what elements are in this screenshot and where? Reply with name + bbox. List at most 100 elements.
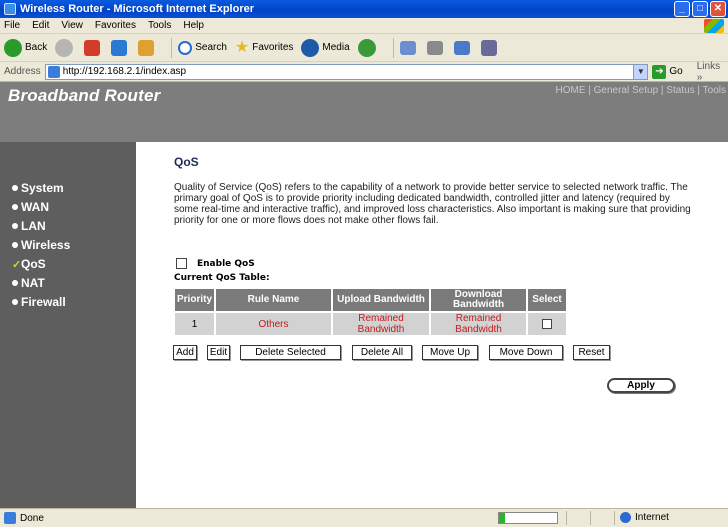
media-button[interactable]: Media <box>301 38 350 57</box>
menu-tools[interactable]: Tools <box>148 20 171 31</box>
links-button[interactable]: Links » <box>697 61 728 83</box>
status-bar: Done Internet <box>0 508 728 527</box>
messenger-icon <box>480 39 497 56</box>
go-button[interactable]: ➔ Go <box>652 64 683 79</box>
toolbar: Back Search ★ Favorites Media <box>0 34 728 62</box>
sidebar-item-wan[interactable]: WAN <box>12 200 49 214</box>
page-title: QoS <box>174 155 199 169</box>
maximize-button[interactable]: □ <box>692 1 708 17</box>
favorites-label: Favorites <box>252 42 294 53</box>
sidebar-item-system[interactable]: System <box>12 181 64 195</box>
menu-help[interactable]: Help <box>183 20 204 31</box>
nav-general-setup-link[interactable]: General Setup <box>594 85 659 96</box>
column-header-select: Select <box>528 289 567 311</box>
menu-bar: File Edit View Favorites Tools Help <box>0 18 728 34</box>
status-text: Done <box>20 512 44 524</box>
address-url: http://192.168.2.1/index.asp <box>62 66 187 77</box>
sidebar-item-label: LAN <box>21 219 46 233</box>
table-title: Current QoS Table: <box>174 273 270 283</box>
sidebar-item-label: System <box>21 181 64 195</box>
sidebar-item-nat[interactable]: NAT <box>12 276 45 290</box>
bullet-icon <box>12 223 18 229</box>
nav-status-link[interactable]: Status <box>666 85 694 96</box>
history-icon <box>357 38 376 57</box>
top-nav: HOME | General Setup | Status | Tools <box>555 85 726 96</box>
sidebar-item-firewall[interactable]: Firewall <box>12 295 66 309</box>
progress-bar <box>498 512 558 524</box>
edit-button[interactable]: Edit <box>207 345 230 360</box>
search-label: Search <box>195 42 227 53</box>
main-content: QoS Quality of Service (QoS) refers to t… <box>136 142 728 508</box>
apply-button[interactable]: Apply <box>607 378 675 393</box>
address-input[interactable]: http://192.168.2.1/index.asp ▼ <box>44 63 649 80</box>
favorites-button[interactable]: ★ Favorites <box>234 38 294 56</box>
page-icon <box>47 65 60 78</box>
row-select-checkbox[interactable] <box>542 318 553 329</box>
forward-button[interactable] <box>55 38 76 57</box>
mail-button[interactable] <box>399 40 419 55</box>
print-button[interactable] <box>426 40 446 55</box>
cell-select <box>528 313 567 335</box>
menu-file[interactable]: File <box>4 20 20 31</box>
back-label: Back <box>25 42 48 53</box>
media-icon <box>301 38 320 57</box>
edit-page-button[interactable] <box>453 40 473 55</box>
stop-button[interactable] <box>84 39 103 56</box>
refresh-button[interactable] <box>111 39 130 56</box>
title-bar: Wireless Router - Microsoft Internet Exp… <box>0 0 728 18</box>
table-row: 1 Others Remained Bandwidth Remained Ban… <box>175 313 567 335</box>
media-label: Media <box>322 42 350 53</box>
search-button[interactable]: Search <box>178 40 227 55</box>
menu-view[interactable]: View <box>61 20 83 31</box>
stop-icon <box>84 39 101 56</box>
windows-logo-icon <box>704 19 724 33</box>
home-icon <box>138 39 155 56</box>
qos-description: Quality of Service (QoS) refers to the c… <box>174 182 691 226</box>
back-button[interactable]: Back <box>4 38 48 57</box>
links-label: Links <box>696 60 721 72</box>
progress-fill <box>499 513 505 523</box>
forward-arrow-icon <box>55 38 74 57</box>
bullet-icon <box>12 280 18 286</box>
go-label: Go <box>669 66 683 77</box>
sidebar-item-label: Wireless <box>21 238 71 252</box>
printer-icon <box>426 40 443 55</box>
checkmark-icon: ✓ <box>12 258 22 271</box>
home-button[interactable] <box>138 39 157 56</box>
qos-table: Priority Rule Name Upload Bandwidth Down… <box>173 287 568 337</box>
search-icon <box>178 40 193 55</box>
menu-edit[interactable]: Edit <box>32 20 49 31</box>
history-button[interactable] <box>357 38 379 57</box>
nav-tools-link[interactable]: Tools <box>703 85 726 96</box>
sidebar-item-label: Firewall <box>21 295 66 309</box>
delete-all-button[interactable]: Delete All <box>352 345 412 360</box>
menu-favorites[interactable]: Favorites <box>95 20 136 31</box>
move-up-button[interactable]: Move Up <box>422 345 478 360</box>
cell-download: Remained Bandwidth <box>431 313 527 335</box>
nav-home-link[interactable]: HOME <box>555 85 585 96</box>
minimize-button[interactable]: _ <box>674 1 690 17</box>
reset-button[interactable]: Reset <box>573 345 610 360</box>
window-title: Wireless Router - Microsoft Internet Exp… <box>20 3 255 15</box>
star-icon: ★ <box>234 38 250 56</box>
move-down-button[interactable]: Move Down <box>489 345 563 360</box>
messenger-button[interactable] <box>480 39 500 56</box>
enable-qos-checkbox[interactable] <box>176 258 187 269</box>
cell-upload: Remained Bandwidth <box>333 313 430 335</box>
mail-icon <box>399 40 416 55</box>
column-header-download: Download Bandwidth <box>431 289 527 311</box>
sidebar-item-wireless[interactable]: Wireless <box>12 238 70 252</box>
brand-title: Broadband Router <box>8 86 161 105</box>
sidebar-item-qos[interactable]: ✓ QoS <box>12 257 46 271</box>
delete-selected-button[interactable]: Delete Selected <box>240 345 341 360</box>
globe-icon <box>620 512 631 523</box>
cell-rule-name: Others <box>216 313 332 335</box>
add-button[interactable]: Add <box>173 345 197 360</box>
close-button[interactable]: ✕ <box>710 1 726 17</box>
sidebar-item-label: NAT <box>21 276 45 290</box>
bullet-icon <box>12 242 18 248</box>
sidebar-item-label: QoS <box>21 257 46 271</box>
address-dropdown-icon[interactable]: ▼ <box>633 64 648 79</box>
zone-label: Internet <box>635 512 669 523</box>
sidebar-item-lan[interactable]: LAN <box>12 219 46 233</box>
